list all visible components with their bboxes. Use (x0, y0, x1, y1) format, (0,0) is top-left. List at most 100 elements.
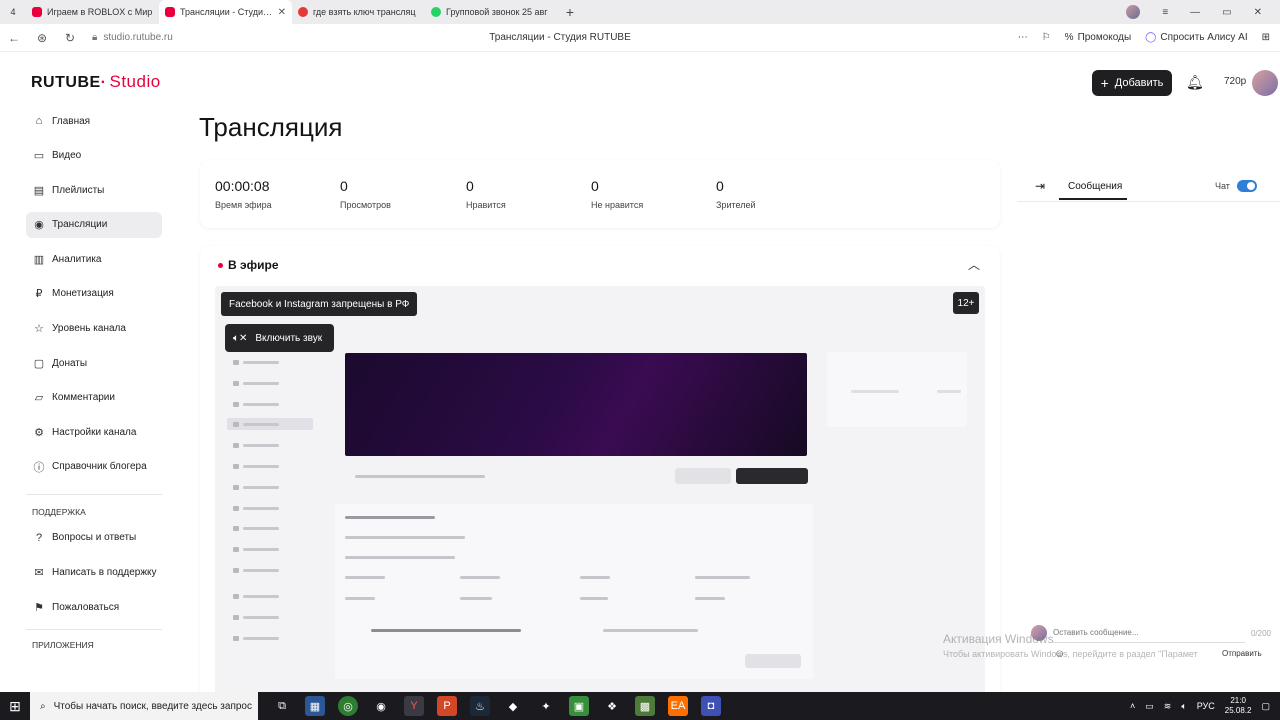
sidebar-item-info[interactable]: ⓘ Справочник блогера (26, 454, 162, 480)
sidebar-item-label: Трансляции (52, 219, 108, 231)
logo-dot-icon: · (100, 74, 107, 91)
powerpoint-icon[interactable]: P (437, 696, 457, 716)
diamond-app-icon[interactable]: ✦ (536, 696, 556, 716)
sidebar-item-question[interactable]: ? Вопросы и ответы (26, 525, 162, 551)
yandex-browser-icon[interactable]: Y (404, 696, 424, 716)
taskbar-search[interactable]: ⌕ Чтобы начать поиск, введите здесь запр… (30, 692, 258, 720)
back-icon[interactable]: ← (0, 31, 28, 45)
wifi-icon[interactable]: ≋ (1164, 701, 1172, 712)
user-avatar[interactable] (1252, 70, 1278, 96)
notification-icon[interactable]: ▢ (1261, 701, 1270, 712)
language-indicator[interactable]: РУС (1197, 701, 1215, 711)
minecraft-launcher-icon[interactable]: ▩ (635, 696, 655, 716)
page-title-bar: Трансляции - Студия RUTUBE (489, 32, 631, 43)
logo-main: RUTUBE (31, 74, 101, 91)
send-button[interactable]: Отправить (1222, 649, 1262, 658)
close-icon[interactable]: ✕ (278, 7, 286, 18)
lock-icon: 🔒︎ (92, 32, 98, 43)
alice-button[interactable]: ◯ Спросить Алису AI (1145, 32, 1247, 43)
url-field[interactable]: 🔒︎ studio.rutube.ru (92, 32, 173, 43)
sidebar-item-label: Монетизация (52, 288, 114, 300)
sidebar-item-label: Настройки канала (52, 426, 137, 438)
volume-icon[interactable]: 🔈︎ (1181, 701, 1186, 712)
stat-value: 0 (716, 178, 724, 194)
maximize-icon[interactable]: ▭ (1222, 7, 1231, 18)
preview-start-button (736, 468, 808, 484)
profile-avatar[interactable] (1126, 5, 1141, 19)
browser-tab[interactable]: где взять ключ трансляц (292, 0, 425, 24)
calculator-icon[interactable]: ▦ (305, 696, 325, 716)
steam-icon[interactable]: ♨ (470, 696, 490, 716)
minimize-icon[interactable]: — (1190, 7, 1200, 18)
stats-card: 00:00:08 Время эфира 0 Просмотров 0 Нравится 0… (200, 160, 1000, 228)
donate-icon: ▢ (33, 357, 45, 370)
sidebar-item-label: Вопросы и ответы (52, 532, 137, 544)
page-title: Трансляция (199, 112, 343, 142)
live-header: В эфире (218, 258, 279, 272)
ea-icon[interactable]: EA (668, 696, 688, 716)
browser-tab[interactable]: Групповой звонок 25 авг (425, 0, 558, 24)
sidebar-item-playlist[interactable]: ▤ Плейлисты (26, 177, 162, 203)
minecraft-icon[interactable]: ▣ (569, 696, 589, 716)
sidebar-item-mail[interactable]: ✉ Написать в поддержку (26, 560, 162, 586)
task-view-icon[interactable]: ⧉ (272, 696, 292, 716)
roblox-icon[interactable]: ◆ (503, 696, 523, 716)
sidebar-item-donate[interactable]: ▢ Донаты (26, 350, 162, 376)
sidebar-item-flag[interactable]: ⚑ Пожаловаться (26, 594, 162, 620)
browser-tab[interactable]: Играем в ROBLOX с Мир (26, 0, 159, 24)
add-button[interactable]: + Добавить (1092, 70, 1172, 96)
promo-button[interactable]: % Промокоды (1065, 32, 1132, 43)
chat-panel: ⇥ Сообщения Чат 0/200 ☺ Отправить (1017, 160, 1280, 670)
bookmark-icon[interactable]: ⚐ (1042, 32, 1051, 43)
sidebar-item-video[interactable]: ▭ Видео (26, 143, 162, 169)
chrome-icon[interactable]: ◎ (338, 696, 358, 716)
preview-sidebar-item (227, 418, 313, 431)
tab-messages[interactable]: Сообщения (1068, 181, 1122, 192)
alice-icon: ◯ (1145, 32, 1157, 43)
clock-date: 25.08.2 (1224, 706, 1252, 715)
more-icon[interactable]: ⋯ (1018, 32, 1028, 43)
rutube-studio-logo[interactable]: RUTUBE · Studio (31, 72, 161, 92)
resolution-label[interactable]: 720p (1224, 76, 1246, 87)
obs-icon[interactable]: ◉ (371, 696, 391, 716)
preview-sidebar-item (227, 564, 313, 576)
shield-icon[interactable]: ⊛ (28, 31, 56, 45)
reload-icon[interactable]: ↻ (56, 31, 84, 45)
browser-tab-active[interactable]: Трансляции - Студия R ✕ (159, 0, 292, 24)
sidebar-item-home[interactable]: ⌂ Главная (26, 108, 162, 134)
video-icon: ▭ (33, 150, 45, 163)
windows-start-icon[interactable]: ⊞ (0, 692, 30, 720)
close-window-icon[interactable]: ✕ (1254, 7, 1262, 18)
sidebar-item-money[interactable]: ₽ Монетизация (26, 281, 162, 307)
tab-count[interactable]: 4 (0, 0, 26, 24)
stat-value: 0 (466, 178, 474, 194)
chevron-up-tray-icon[interactable]: ˄ (1130, 701, 1135, 711)
chat-toggle[interactable] (1237, 180, 1257, 192)
preview-text (355, 475, 485, 478)
menu-icon[interactable]: ≡ (1162, 7, 1168, 18)
sidebar-item-comment[interactable]: ▱ Комментарии (26, 385, 162, 411)
sidebar-item-broadcast[interactable]: ◉ Трансляции (26, 211, 162, 238)
taskbar-search-text: Чтобы начать поиск, введите здесь запрос (53, 700, 252, 712)
clock[interactable]: 21:0 25.08.2 (1225, 696, 1252, 716)
broadcast-icon: ◉ (34, 219, 44, 232)
new-tab-icon[interactable]: + (558, 4, 582, 20)
screen-recorder-icon[interactable]: ◘ (701, 696, 721, 716)
app-icon[interactable]: ❖ (602, 696, 622, 716)
video-player[interactable]: Facebook и Instagram запрещены в РФ 12+ … (215, 286, 985, 706)
preview-settings-panel (335, 504, 813, 679)
stat-label: Просмотров (340, 200, 391, 210)
rutube-favicon-icon (32, 7, 42, 17)
unmute-button[interactable]: 🔈︎✕ Включить звук (225, 324, 335, 352)
sidebar-item-analytics[interactable]: ▥ Аналитика (26, 246, 162, 272)
sidebar-item-gear[interactable]: ⚙ Настройки канала (26, 419, 162, 445)
sidebar-item-star[interactable]: ☆ Уровень канала (26, 316, 162, 342)
collapse-panel-icon[interactable]: ⇥ (1035, 179, 1045, 193)
stat-value: 0 (340, 178, 348, 194)
chevron-up-icon[interactable]: ︿ (968, 256, 980, 273)
collections-icon[interactable]: ⊞ (1262, 32, 1270, 43)
network-icon[interactable]: ▭ (1145, 701, 1154, 712)
sidebar-divider (26, 493, 162, 495)
tab-title: Трансляции - Студия R (180, 7, 273, 17)
bell-icon[interactable]: 🔔︎ (1186, 74, 1204, 91)
